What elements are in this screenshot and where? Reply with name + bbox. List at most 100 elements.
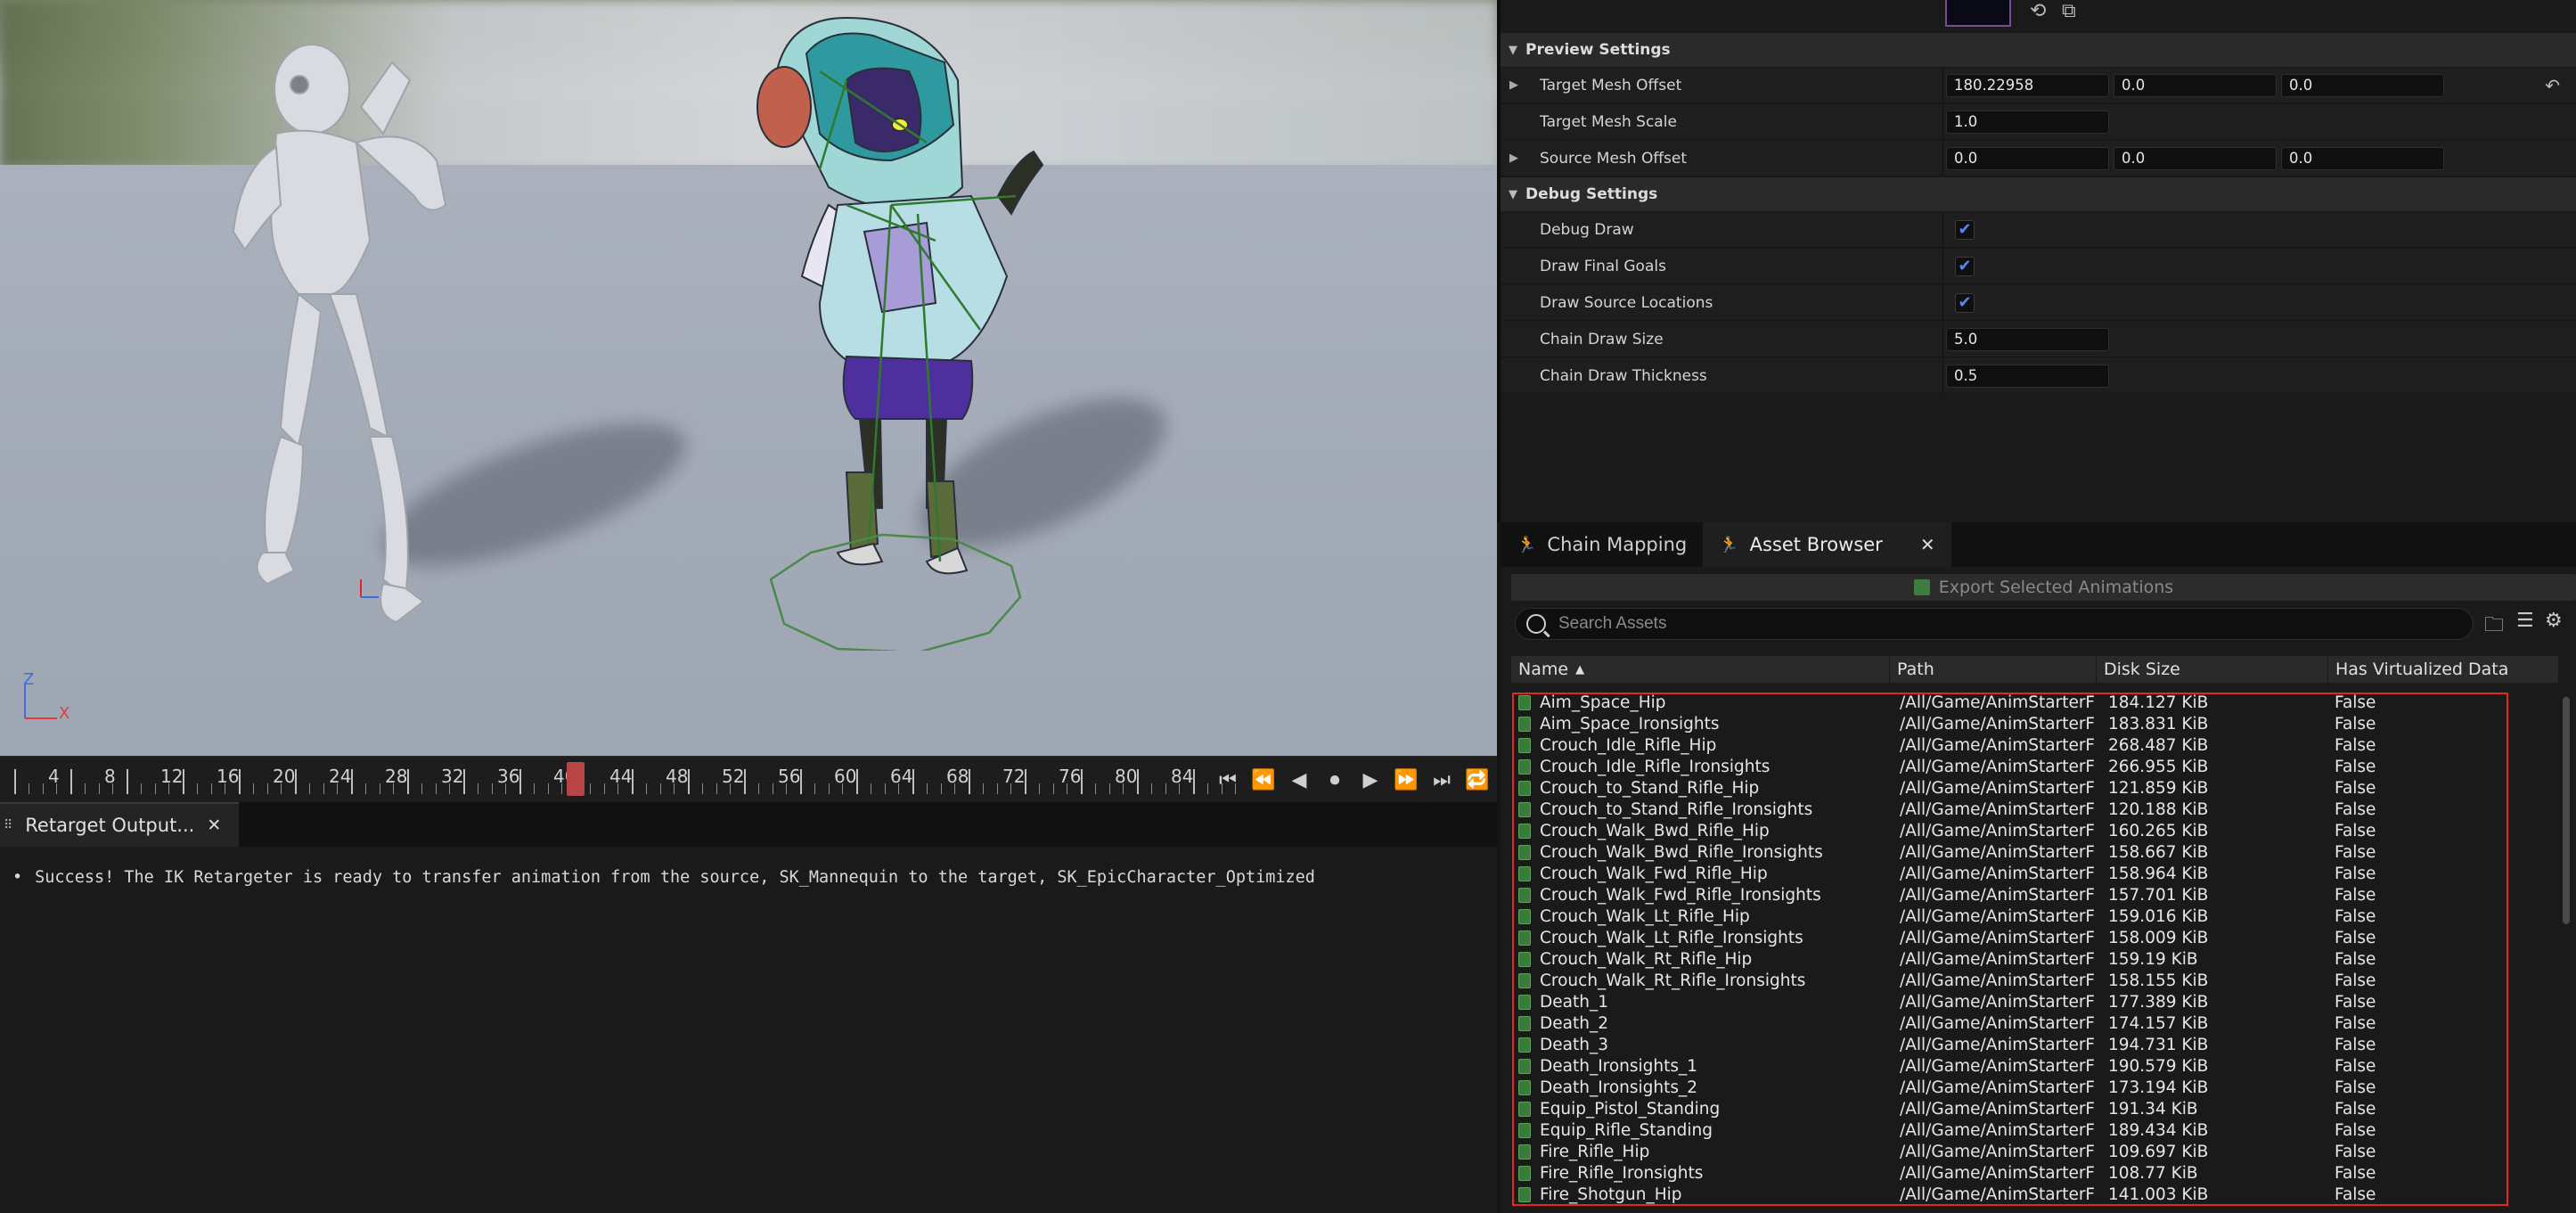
target-mesh-scale-field[interactable]: 1.0 [1946, 111, 2109, 134]
playhead[interactable] [567, 762, 585, 796]
step-back-button[interactable]: ⏪ [1249, 766, 1278, 794]
column-splitter[interactable] [1942, 212, 1943, 248]
filter-icon[interactable]: ☰ [2516, 610, 2534, 632]
table-row[interactable]: Aim_Space_Ironsights/All/Game/AnimStarte… [1513, 713, 2524, 734]
table-row[interactable]: Crouch_Walk_Fwd_Rifle_Ironsights/All/Gam… [1513, 884, 2524, 906]
draw-final-goals-checkbox[interactable]: ✔ [1955, 257, 1975, 276]
asset-list-scrollbar[interactable] [2563, 697, 2570, 924]
export-icon [1913, 579, 1930, 595]
timeline-minor-tick [435, 783, 437, 794]
play-reverse-button[interactable]: ◀ [1285, 766, 1313, 794]
find-in-browser-icon[interactable]: ⧉ [2062, 0, 2076, 22]
target-character-mesh[interactable] [748, 9, 1087, 651]
column-splitter[interactable] [1942, 141, 1943, 176]
search-box[interactable] [1515, 608, 2474, 640]
close-icon[interactable]: ✕ [207, 815, 221, 835]
tab-chain-mapping[interactable]: 🏃 Chain Mapping [1501, 522, 1703, 567]
skip-to-end-button[interactable]: ⏭ [1427, 766, 1456, 794]
cell-name: Crouch_Walk_Bwd_Rifle_Ironsights [1513, 843, 1898, 862]
cell-path: /All/Game/AnimStarterF [1900, 885, 2096, 905]
table-row[interactable]: Crouch_Walk_Rt_Rifle_Hip/All/Game/AnimSt… [1513, 948, 2524, 970]
table-row[interactable]: Crouch_Walk_Rt_Rifle_Ironsights/All/Game… [1513, 970, 2524, 991]
export-selected-animations-button[interactable]: Export Selected Animations [1511, 574, 2576, 601]
table-row[interactable]: Aim_Space_Hip/All/Game/AnimStarterF 184.1… [1513, 692, 2524, 713]
table-row[interactable]: Crouch_Walk_Bwd_Rifle_Ironsights/All/Gam… [1513, 841, 2524, 863]
source-mannequin-mesh[interactable] [214, 27, 481, 642]
table-row[interactable]: Death_1/All/Game/AnimStarterF 177.389 KiB… [1513, 991, 2524, 1012]
3d-viewport[interactable]: Z X [0, 0, 1497, 756]
column-header-name[interactable]: Name ▲ [1511, 656, 1890, 683]
target-offset-z-field[interactable]: 0.0 [2281, 74, 2444, 97]
table-row[interactable]: Crouch_Walk_Lt_Rifle_Ironsights/All/Game… [1513, 927, 2524, 948]
play-forward-button[interactable]: ▶ [1356, 766, 1385, 794]
record-button[interactable]: ⏺ [1321, 766, 1349, 794]
table-row[interactable]: Crouch_Walk_Lt_Rifle_Hip/All/Game/AnimSt… [1513, 906, 2524, 927]
expand-arrow-icon[interactable]: ▶ [1501, 78, 1527, 92]
table-row[interactable]: Crouch_Walk_Bwd_Rifle_Hip/All/Game/AnimS… [1513, 820, 2524, 841]
table-row[interactable]: Death_Ironsights_2/All/Game/AnimStarterF… [1513, 1077, 2524, 1098]
debug-draw-checkbox[interactable]: ✔ [1955, 220, 1975, 240]
reset-to-default-icon[interactable]: ↶ [2545, 75, 2560, 96]
source-offset-x-field[interactable]: 0.0 [1946, 147, 2109, 170]
browse-icon[interactable]: ⟲ [2030, 0, 2046, 22]
column-header-virtualized[interactable]: Has Virtualized Data [2328, 656, 2558, 683]
tab-asset-browser[interactable]: 🏃 Asset Browser ✕ [1703, 522, 1951, 567]
table-row[interactable]: Crouch_Idle_Rifle_Hip/All/Game/AnimStart… [1513, 734, 2524, 756]
table-row[interactable]: Fire_Rifle_Hip/All/Game/AnimStarterF 109.… [1513, 1141, 2524, 1162]
cell-disk-size: 121.859 KiB [2108, 778, 2209, 798]
loop-button[interactable]: 🔁 [1463, 766, 1492, 794]
cell-name: Aim_Space_Ironsights [1513, 715, 1898, 734]
table-row[interactable]: Crouch_Walk_Fwd_Rifle_Hip/All/Game/AnimS… [1513, 863, 2524, 884]
table-row[interactable]: Fire_Shotgun_Hip/All/Game/AnimStarterF 14… [1513, 1184, 2524, 1205]
source-offset-y-field[interactable]: 0.0 [2114, 147, 2277, 170]
timeline-major-tick [519, 769, 521, 794]
chain-draw-size-field[interactable]: 5.0 [1946, 328, 2109, 351]
cell-disk-size: 109.697 KiB [2108, 1142, 2209, 1161]
chain-draw-thickness-field[interactable]: 0.5 [1946, 365, 2109, 388]
column-splitter[interactable] [1942, 249, 1943, 284]
target-offset-y-field[interactable]: 0.0 [2114, 74, 2277, 97]
category-title: Preview Settings [1525, 41, 1671, 59]
table-row[interactable]: Equip_Pistol_Standing/All/Game/AnimStart… [1513, 1098, 2524, 1119]
table-row[interactable]: Crouch_to_Stand_Rifle_Ironsights/All/Gam… [1513, 799, 2524, 820]
table-row[interactable]: Death_Ironsights_1/All/Game/AnimStarterF… [1513, 1055, 2524, 1077]
timeline-ticks[interactable]: 4 8 12 16 20 24 28 32 36 40 44 48 52 56 60 64 68 72 76 80 84 [0, 757, 1237, 803]
cell-path: /All/Game/AnimStarterF [1900, 971, 2096, 990]
table-row[interactable]: Crouch_Idle_Rifle_Ironsights/All/Game/An… [1513, 756, 2524, 777]
timeline-major-tick [407, 769, 409, 794]
table-row[interactable]: Fire_Rifle_Ironsights/All/Game/AnimStart… [1513, 1162, 2524, 1184]
column-splitter[interactable] [1942, 322, 1943, 357]
column-splitter[interactable] [1942, 104, 1943, 140]
cell-name: Death_Ironsights_1 [1513, 1057, 1898, 1076]
gear-icon[interactable]: ⚙ [2545, 610, 2563, 632]
table-row[interactable]: Death_3/All/Game/AnimStarterF 194.731 KiB… [1513, 1034, 2524, 1055]
table-row[interactable]: Crouch_to_Stand_Rifle_Hip/All/Game/AnimS… [1513, 777, 2524, 799]
category-preview-settings[interactable]: ▼ Preview Settings [1501, 33, 2576, 67]
category-debug-settings[interactable]: ▼ Debug Settings [1501, 177, 2576, 211]
step-forward-button[interactable]: ⏩ [1392, 766, 1420, 794]
column-splitter[interactable] [1942, 358, 1943, 394]
timeline-scrubber[interactable]: 4 8 12 16 20 24 28 32 36 40 44 48 52 56 60 64 68 72 76 80 84… [0, 756, 1497, 802]
table-row[interactable]: Death_2/All/Game/AnimStarterF 174.157 KiB… [1513, 1012, 2524, 1034]
column-splitter[interactable] [1942, 285, 1943, 321]
preview-thumbnail[interactable] [1945, 0, 2011, 27]
cell-name: Equip_Rifle_Standing [1513, 1121, 1898, 1140]
cell-virtualized: False [2335, 778, 2376, 798]
column-splitter[interactable] [1942, 68, 1943, 103]
cell-disk-size: 268.487 KiB [2108, 735, 2209, 755]
draw-source-locations-checkbox[interactable]: ✔ [1955, 293, 1975, 313]
target-offset-x-field[interactable]: 180.22958 [1946, 74, 2109, 97]
column-header-path[interactable]: Path [1890, 656, 2097, 683]
source-offset-z-field[interactable]: 0.0 [2281, 147, 2444, 170]
folder-icon[interactable]: 🗀 [2484, 610, 2504, 643]
tab-retarget-output[interactable]: ⠿ Retarget Output... ✕ [0, 802, 240, 847]
skip-to-start-button[interactable]: ⏮ [1214, 766, 1242, 794]
table-row[interactable]: Equip_Rifle_Standing/All/Game/AnimStarte… [1513, 1119, 2524, 1141]
animation-sequence-icon [1518, 844, 1531, 860]
timeline-tick-label: 76 [1059, 766, 1082, 787]
column-header-disk-size[interactable]: Disk Size [2097, 656, 2328, 683]
expand-arrow-icon[interactable]: ▶ [1501, 152, 1527, 165]
timeline-minor-tick [1038, 783, 1040, 794]
close-icon[interactable]: ✕ [1920, 534, 1935, 555]
search-input[interactable] [1558, 614, 2360, 634]
